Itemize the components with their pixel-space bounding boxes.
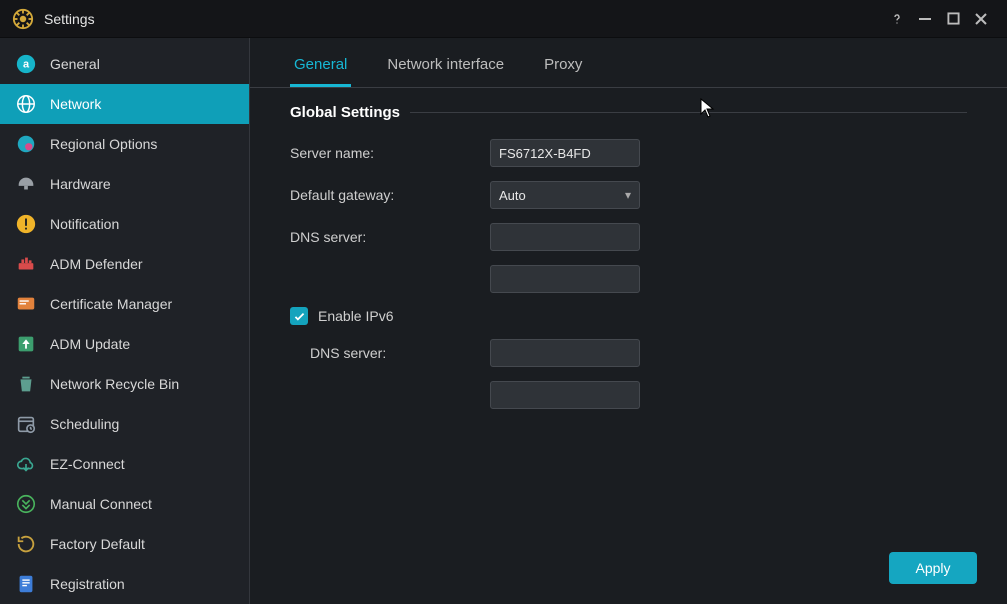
section-header: Global Settings [290, 104, 967, 121]
ipv6-dns-label: DNS server: [290, 345, 490, 361]
sidebar-item-adm-update[interactable]: ADM Update [0, 324, 249, 364]
sidebar-item-adm-defender[interactable]: ADM Defender [0, 244, 249, 284]
titlebar: Settings [0, 0, 1007, 38]
sidebar-item-factory-default[interactable]: Factory Default [0, 524, 249, 564]
close-button[interactable] [967, 5, 995, 33]
sidebar-item-label: ADM Update [50, 336, 130, 352]
hardware-icon [14, 172, 38, 196]
section-title: Global Settings [290, 104, 400, 121]
minimize-button[interactable] [911, 5, 939, 33]
sidebar-item-manual-connect[interactable]: Manual Connect [0, 484, 249, 524]
reset-icon [14, 532, 38, 556]
sidebar-item-label: EZ-Connect [50, 456, 125, 472]
chevron-down-icon: ▾ [625, 188, 631, 202]
sidebar-item-label: Notification [50, 216, 119, 232]
server-name-label: Server name: [290, 145, 490, 161]
update-icon [14, 332, 38, 356]
content-area: Global Settings Server name: Default gat… [250, 88, 1007, 439]
sidebar-item-label: Manual Connect [50, 496, 152, 512]
cloud-icon [14, 452, 38, 476]
sidebar-item-hardware[interactable]: Hardware [0, 164, 249, 204]
sidebar-item-label: Registration [50, 576, 125, 592]
defender-icon [14, 252, 38, 276]
dns-server-label: DNS server: [290, 229, 490, 245]
certificate-icon [14, 292, 38, 316]
notification-icon [14, 212, 38, 236]
calendar-icon [14, 412, 38, 436]
sidebar-item-certificate-manager[interactable]: Certificate Manager [0, 284, 249, 324]
window-title: Settings [44, 11, 95, 27]
dns-server-1-input[interactable] [490, 223, 640, 251]
select-value: Auto [499, 188, 526, 203]
apply-button[interactable]: Apply [889, 552, 977, 584]
tab-label: Network interface [387, 56, 504, 73]
sidebar-item-label: Network Recycle Bin [50, 376, 179, 392]
sidebar-item-ez-connect[interactable]: EZ-Connect [0, 444, 249, 484]
general-icon: a [14, 52, 38, 76]
sidebar-item-network[interactable]: Network [0, 84, 249, 124]
tab-label: Proxy [544, 56, 582, 73]
dns-server-2-input[interactable] [490, 265, 640, 293]
settings-app-icon [12, 8, 34, 30]
sidebar-item-label: Scheduling [50, 416, 119, 432]
default-gateway-select[interactable]: Auto ▾ [490, 181, 640, 209]
sidebar-item-label: Factory Default [50, 536, 145, 552]
manual-connect-icon [14, 492, 38, 516]
section-divider [410, 112, 967, 113]
sidebar-item-network-recycle-bin[interactable]: Network Recycle Bin [0, 364, 249, 404]
sidebar-item-notification[interactable]: Notification [0, 204, 249, 244]
regional-icon [14, 132, 38, 156]
maximize-button[interactable] [939, 5, 967, 33]
enable-ipv6-label: Enable IPv6 [318, 308, 394, 324]
tab-label: General [294, 56, 347, 73]
sidebar-item-general[interactable]: a General [0, 44, 249, 84]
sidebar-item-label: Regional Options [50, 136, 157, 152]
ipv6-dns-2-input[interactable] [490, 381, 640, 409]
apply-label: Apply [915, 560, 950, 576]
sidebar-item-label: Hardware [50, 176, 111, 192]
sidebar-item-label: General [50, 56, 100, 72]
registration-icon [14, 572, 38, 596]
recycle-bin-icon [14, 372, 38, 396]
tab-proxy[interactable]: Proxy [540, 44, 586, 87]
default-gateway-label: Default gateway: [290, 187, 490, 203]
sidebar-item-registration[interactable]: Registration [0, 564, 249, 604]
ipv6-dns-1-input[interactable] [490, 339, 640, 367]
tabs: General Network interface Proxy [250, 44, 1007, 88]
sidebar-item-label: Certificate Manager [50, 296, 172, 312]
globe-icon [14, 92, 38, 116]
tab-network-interface[interactable]: Network interface [383, 44, 508, 87]
server-name-input[interactable] [490, 139, 640, 167]
help-button[interactable] [883, 5, 911, 33]
sidebar: a General Network Regional Options Hardw… [0, 38, 250, 604]
sidebar-item-label: Network [50, 96, 101, 112]
enable-ipv6-checkbox[interactable] [290, 307, 308, 325]
svg-text:a: a [23, 59, 30, 71]
sidebar-item-scheduling[interactable]: Scheduling [0, 404, 249, 444]
sidebar-item-label: ADM Defender [50, 256, 143, 272]
tab-general[interactable]: General [290, 44, 351, 87]
sidebar-item-regional-options[interactable]: Regional Options [0, 124, 249, 164]
main-panel: General Network interface Proxy Global S… [250, 38, 1007, 604]
